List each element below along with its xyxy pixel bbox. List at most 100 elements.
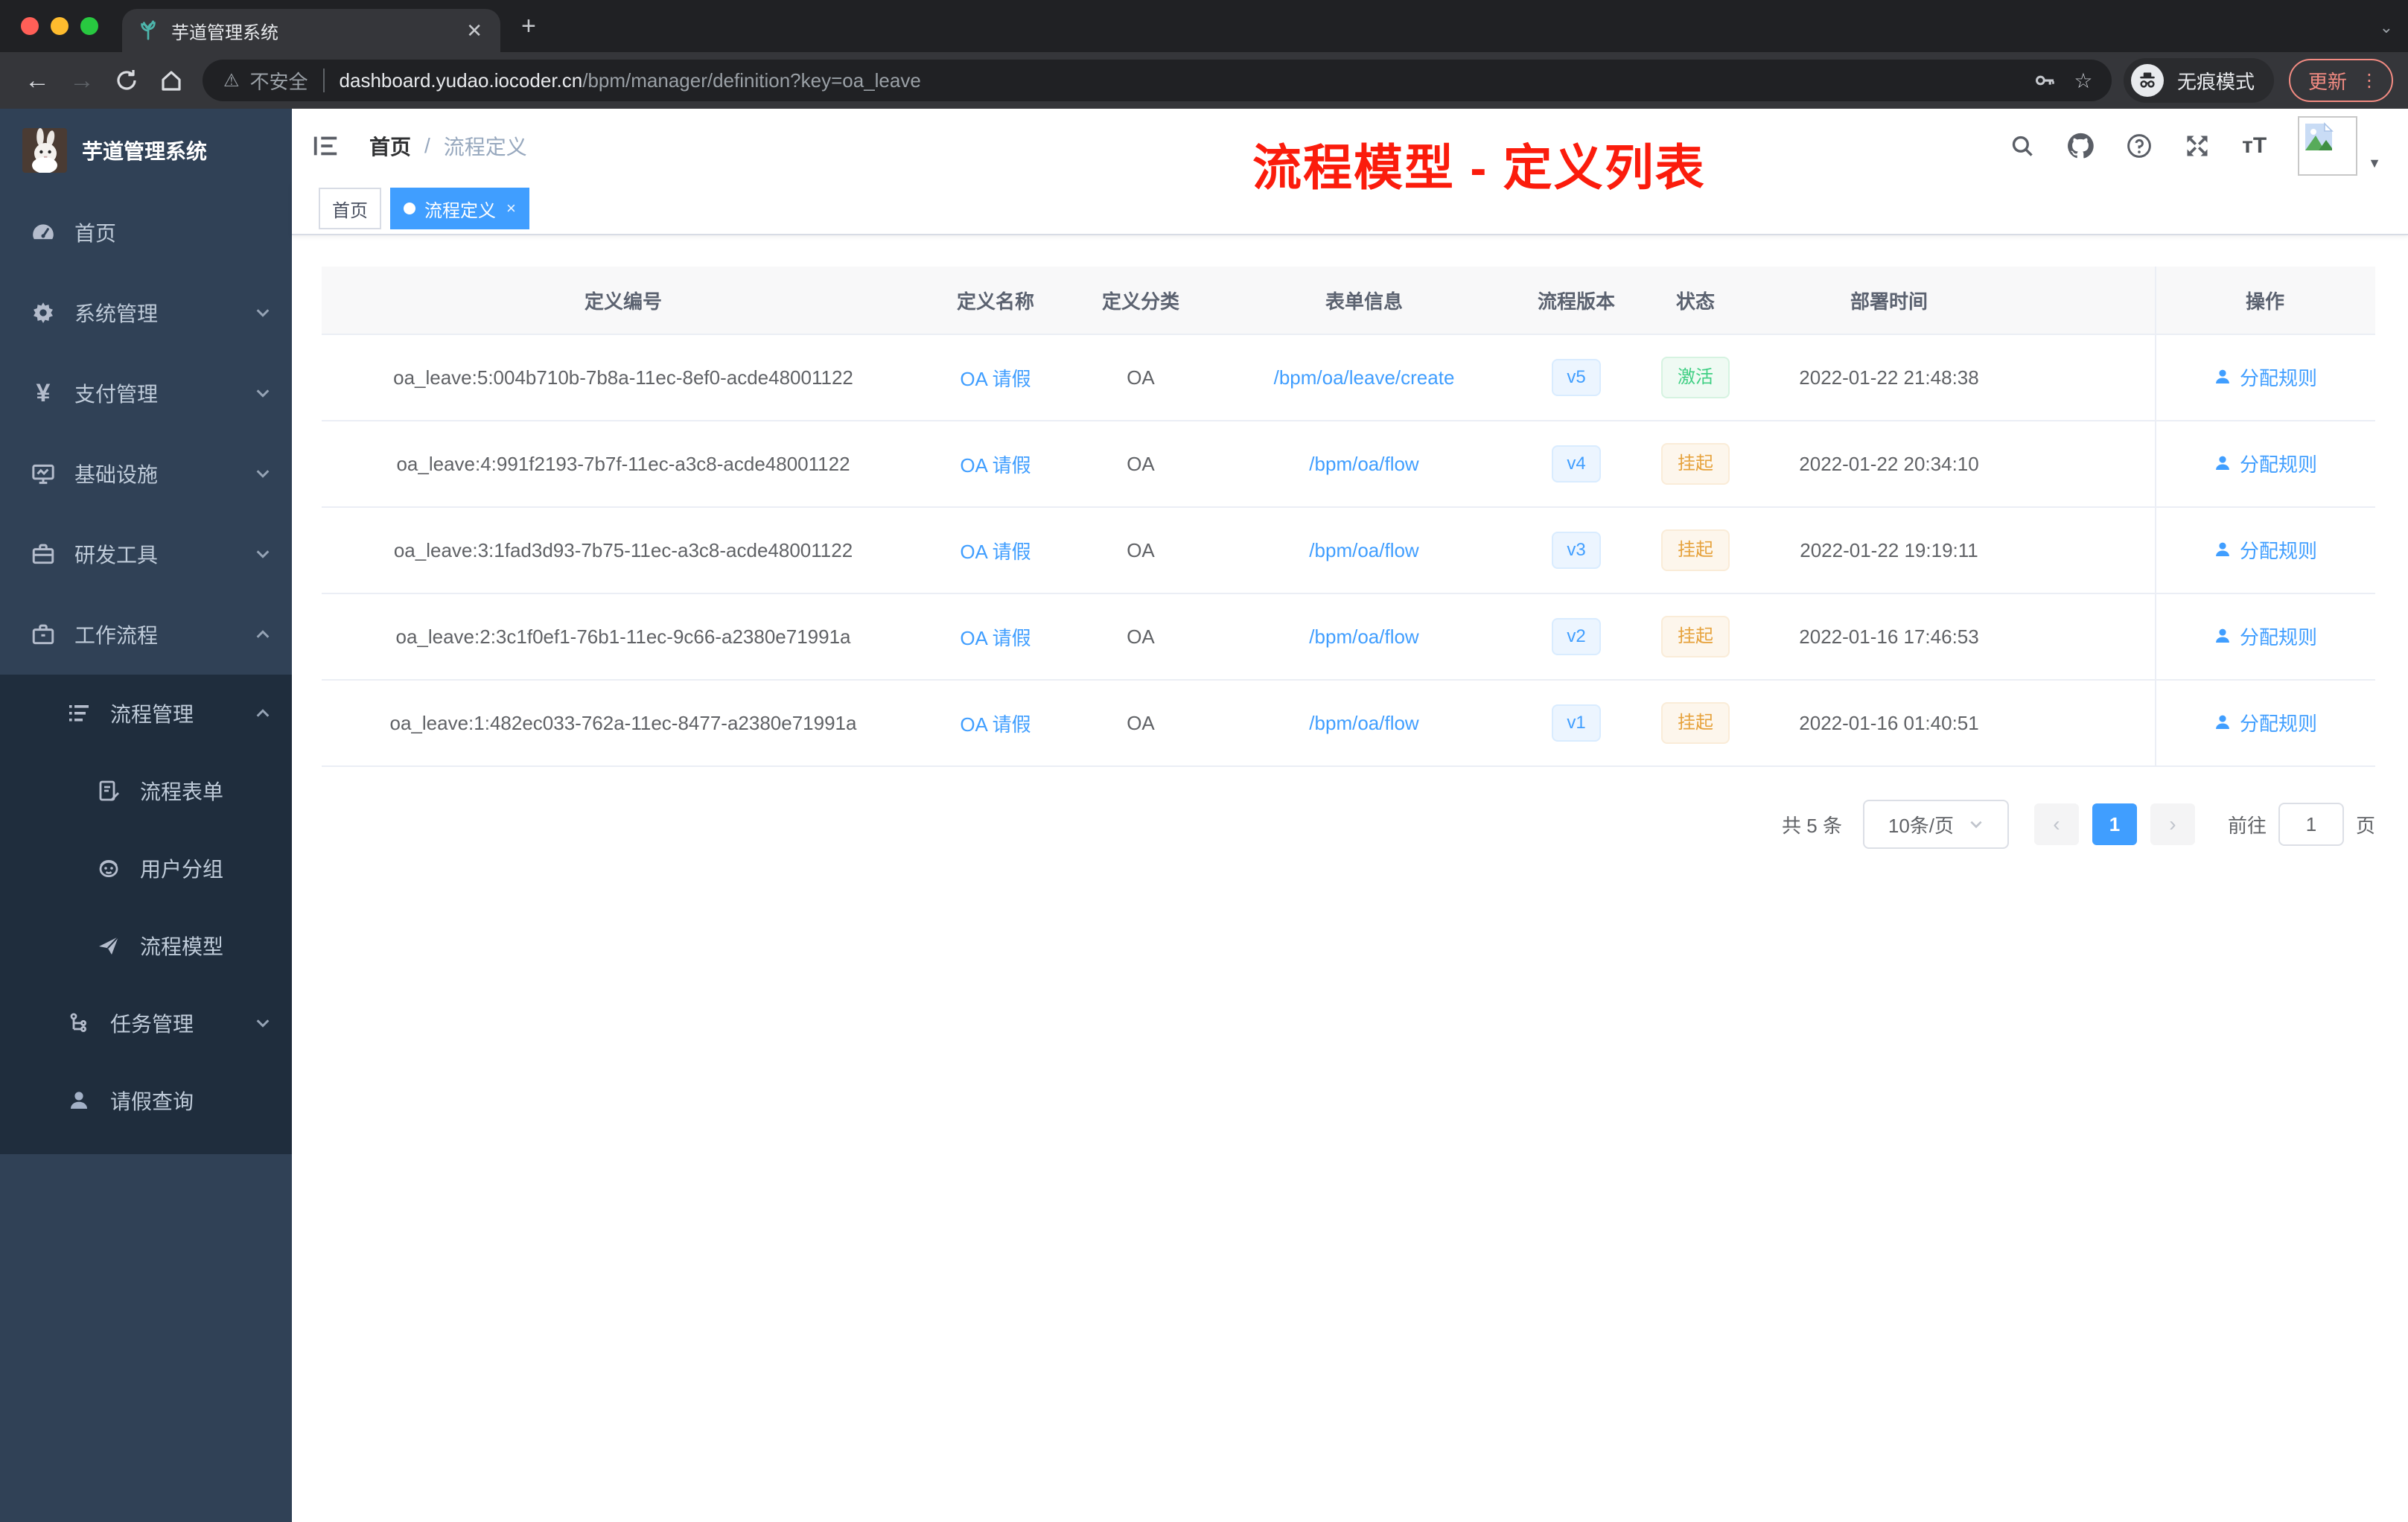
search-icon[interactable] — [2010, 133, 2035, 159]
next-page-button[interactable]: › — [2150, 803, 2195, 845]
sidebar-item-system[interactable]: 系统管理 — [0, 273, 292, 353]
maximize-window-button[interactable] — [80, 17, 98, 35]
prev-page-button[interactable]: ‹ — [2033, 803, 2079, 845]
update-button[interactable]: 更新 ⋮ — [2288, 59, 2393, 102]
help-icon[interactable] — [2126, 133, 2153, 159]
reload-button[interactable] — [104, 58, 149, 103]
github-icon[interactable] — [2066, 132, 2095, 160]
version-badge: v5 — [1552, 359, 1601, 396]
cell-deploy-time: 2022-01-22 20:34:10 — [1799, 452, 1979, 475]
assign-rule-link[interactable]: 分配规则 — [2213, 450, 2317, 477]
sidebar-item-leave-query[interactable]: 请假查询 — [0, 1062, 292, 1139]
tag-home[interactable]: 首页 — [319, 188, 381, 229]
sidebar-item-label: 研发工具 — [74, 544, 159, 567]
page-size-select[interactable]: 10条/页 — [1862, 800, 2009, 849]
column-header: 表单信息 — [1325, 290, 1403, 313]
select-caret-icon — [1969, 817, 1984, 832]
home-button[interactable] — [149, 58, 194, 103]
definition-name-link[interactable]: OA 请假 — [960, 627, 1031, 649]
incognito-badge: 无痕模式 — [2123, 58, 2274, 103]
cell-category: OA — [1127, 452, 1155, 475]
table-row: oa_leave:5:004b710b-7b8a-11ec-8ef0-acde4… — [322, 335, 2375, 421]
form-link[interactable]: /bpm/oa/flow — [1309, 625, 1418, 648]
tab-search-caret-icon[interactable]: ⌄ — [2380, 18, 2393, 37]
sidebar-item-devtools[interactable]: 研发工具 — [0, 514, 292, 594]
cell-definition-id: oa_leave:4:991f2193-7b7f-11ec-a3c8-acde4… — [396, 452, 850, 475]
url-host[interactable]: dashboard.yudao.iocoder.cn — [340, 69, 583, 92]
assign-rule-link[interactable]: 分配规则 — [2213, 623, 2317, 650]
definition-name-link[interactable]: OA 请假 — [960, 368, 1031, 390]
close-window-button[interactable] — [21, 17, 39, 35]
forward-button[interactable]: → — [60, 58, 104, 103]
definition-name-link[interactable]: OA 请假 — [960, 541, 1031, 563]
key-icon[interactable] — [2025, 69, 2064, 92]
sidebar-item-home[interactable]: 首页 — [0, 192, 292, 273]
sidebar-item-process-mgmt[interactable]: 流程管理 — [0, 675, 292, 752]
assign-rule-link[interactable]: 分配规则 — [2213, 709, 2317, 736]
assign-rule-link[interactable]: 分配规则 — [2213, 536, 2317, 564]
new-tab-button[interactable]: + — [521, 12, 536, 41]
yen-icon: ¥ — [36, 378, 51, 407]
sidebar-item-task-mgmt[interactable]: 任务管理 — [0, 984, 292, 1062]
cell-deploy-time: 2022-01-22 19:19:11 — [1800, 538, 1978, 561]
definition-table: 定义编号 定义名称 定义分类 表单信息 流程版本 状态 部署时间 操作 oa_l… — [322, 267, 2375, 767]
form-link[interactable]: /bpm/oa/flow — [1309, 712, 1418, 734]
status-badge: 激活 — [1661, 357, 1730, 398]
sidebar-item-label: 支付管理 — [74, 383, 159, 406]
status-badge: 挂起 — [1661, 443, 1730, 485]
browser-menu-dots-icon[interactable]: ⋮ — [2360, 70, 2378, 92]
sidebar-item-process-form[interactable]: 流程表单 — [0, 752, 292, 830]
table-row: oa_leave:4:991f2193-7b7f-11ec-a3c8-acde4… — [322, 421, 2375, 508]
url-bar[interactable]: ⚠ 不安全 dashboard.yudao.iocoder.cn /bpm/ma… — [203, 60, 2112, 101]
user-menu[interactable]: ▼ — [2298, 116, 2381, 176]
minimize-window-button[interactable] — [51, 17, 69, 35]
browser-tab[interactable]: 芋道管理系统 ✕ — [122, 9, 500, 52]
bookmark-star-icon[interactable]: ☆ — [2064, 69, 2103, 93]
sidebar-item-label: 请假查询 — [110, 1090, 194, 1113]
definition-name-link[interactable]: OA 请假 — [960, 713, 1031, 736]
avatar-broken-image[interactable] — [2298, 116, 2358, 176]
cell-category: OA — [1127, 625, 1155, 648]
security-label[interactable]: 不安全 — [250, 67, 308, 95]
chevron-up-icon — [255, 705, 271, 722]
sidebar-item-infra[interactable]: 基础设施 — [0, 433, 292, 514]
sidebar-item-user-group[interactable]: 用户分组 — [0, 830, 292, 907]
sidebar-logo[interactable]: 芋道管理系统 — [0, 109, 292, 192]
tree-icon — [66, 1011, 92, 1035]
tag-close-icon[interactable]: × — [506, 199, 516, 218]
status-badge: 挂起 — [1661, 529, 1730, 571]
url-path[interactable]: /bpm/manager/definition?key=oa_leave — [582, 69, 2025, 92]
chevron-up-icon — [255, 626, 271, 643]
sidebar-item-label: 首页 — [74, 222, 117, 245]
tab-close-icon[interactable]: ✕ — [463, 19, 485, 42]
definition-name-link[interactable]: OA 请假 — [960, 454, 1031, 477]
version-badge: v2 — [1552, 618, 1601, 655]
cell-deploy-time: 2022-01-16 17:46:53 — [1799, 625, 1979, 648]
active-tag-dot — [404, 203, 415, 214]
user-group-icon — [95, 856, 122, 880]
sidebar-item-process-model[interactable]: 流程模型 — [0, 907, 292, 984]
breadcrumb-home[interactable]: 首页 — [369, 131, 411, 161]
form-link[interactable]: /bpm/oa/leave/create — [1274, 366, 1455, 389]
sidebar-item-payment[interactable]: ¥ 支付管理 — [0, 353, 292, 433]
pagination: 共 5 条 10条/页 ‹ 1 › 前往 页 — [322, 800, 2375, 849]
back-button[interactable]: ← — [15, 58, 60, 103]
cell-definition-id: oa_leave:1:482ec033-762a-11ec-8477-a2380… — [389, 711, 857, 734]
send-icon — [95, 934, 122, 958]
tag-process-definition[interactable]: 流程定义 × — [390, 188, 529, 229]
person-icon — [2216, 715, 2229, 730]
assign-rule-link[interactable]: 分配规则 — [2213, 363, 2317, 391]
goto-page-input[interactable] — [2278, 803, 2344, 846]
sidebar-item-workflow[interactable]: 工作流程 — [0, 594, 292, 675]
font-size-icon[interactable]: ᴛT — [2242, 133, 2267, 159]
fullscreen-icon[interactable] — [2184, 133, 2211, 159]
page-number-1[interactable]: 1 — [2092, 803, 2137, 845]
security-warning-icon[interactable]: ⚠ — [223, 70, 240, 92]
table-row: oa_leave:3:1fad3d93-7b75-11ec-a3c8-acde4… — [322, 508, 2375, 594]
form-link[interactable]: /bpm/oa/flow — [1309, 453, 1418, 475]
sidebar-collapse-icon[interactable] — [311, 132, 340, 160]
person-icon — [2216, 456, 2229, 471]
cell-category: OA — [1127, 711, 1155, 734]
sidebar: 芋道管理系统 首页 系统管理 ¥ 支付管理 基础设施 研发工具 工作流程 流程管… — [0, 109, 292, 1522]
form-link[interactable]: /bpm/oa/flow — [1309, 539, 1418, 561]
